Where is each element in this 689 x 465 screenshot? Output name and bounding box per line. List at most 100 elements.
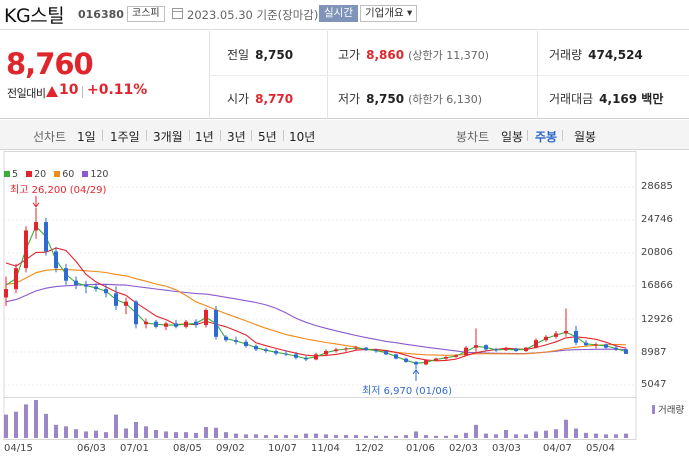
volume-bar — [294, 435, 298, 438]
volume-bar — [344, 435, 348, 438]
candle-body — [314, 354, 318, 360]
ma-legend: 5 20 60 120 — [4, 169, 113, 180]
market-badge: 코스피 — [127, 6, 165, 22]
volume-bar — [324, 434, 328, 438]
company-info-button[interactable]: 기업개요 ▾ — [360, 5, 418, 22]
y-tick-label: 20806 — [641, 247, 673, 258]
tab-monthly[interactable]: 월봉 — [574, 128, 596, 145]
candle-body — [604, 344, 608, 348]
candle-body — [54, 251, 58, 269]
tab-1d[interactable]: 1일 — [77, 128, 96, 145]
candle-body — [184, 321, 188, 327]
divider — [562, 130, 563, 141]
tab-daily[interactable]: 일봉 — [501, 128, 523, 145]
volume-bar — [164, 431, 168, 438]
tab-1y[interactable]: 1년 — [195, 128, 214, 145]
volume-legend: 거래량 — [652, 402, 684, 416]
volume-bar — [234, 433, 238, 438]
candle-body — [74, 280, 78, 285]
candle-body — [504, 348, 508, 351]
volume-bar — [534, 431, 538, 438]
y-tick-label: 5047 — [641, 379, 667, 390]
candle-body — [14, 268, 18, 290]
volume-bar — [214, 427, 218, 438]
tab-3y[interactable]: 3년 — [227, 128, 246, 145]
candle-body — [374, 350, 378, 352]
candle-body — [554, 333, 558, 337]
candle-body — [424, 360, 428, 365]
divider — [189, 130, 190, 141]
candle-body — [164, 323, 168, 327]
change-value: 10 — [59, 82, 79, 98]
candle-body — [24, 230, 28, 269]
candle-body — [574, 330, 578, 343]
volume-bar — [394, 435, 398, 438]
candle-body — [244, 341, 248, 347]
candle-body — [434, 358, 438, 361]
divider — [283, 130, 284, 141]
volume-bar — [584, 432, 588, 438]
tab-3m[interactable]: 3개월 — [153, 128, 183, 145]
volume-bar — [274, 435, 278, 438]
candle-body — [614, 347, 618, 350]
candlestick-chart — [3, 151, 637, 440]
volume-bar — [134, 421, 138, 438]
y-tick-label: 12926 — [641, 314, 673, 325]
day-high: 고가 8,860 (상한가 11,370) — [338, 48, 489, 62]
volume-bar — [404, 435, 408, 438]
candle-body — [394, 354, 398, 359]
volume-bar — [94, 430, 98, 438]
divider — [251, 130, 252, 141]
volume-bar — [594, 433, 598, 438]
volume-bar — [434, 435, 438, 438]
ma60-line — [5, 268, 627, 356]
divider — [527, 130, 528, 141]
candle-body — [214, 310, 218, 337]
candle-body — [264, 349, 268, 352]
legend-ma20: 20 — [26, 169, 46, 180]
candle-body — [584, 342, 588, 346]
y-tick-label: 16866 — [641, 280, 673, 291]
up-triangle-icon — [46, 86, 58, 97]
ma5-line — [5, 225, 627, 364]
divider — [146, 130, 147, 141]
x-tick-label: 07/01 — [120, 443, 149, 454]
candle-body — [594, 344, 598, 346]
current-price: 8,760 — [6, 47, 94, 81]
x-tick-label: 08/05 — [173, 443, 202, 454]
volume-bar — [34, 400, 38, 438]
candle-body — [224, 336, 228, 341]
volume-bar — [484, 433, 488, 438]
day-open: 시가 8,770 — [227, 92, 294, 106]
candle-body — [284, 353, 288, 355]
volume-bar — [204, 427, 208, 438]
volume-bar — [624, 433, 628, 438]
candle-body — [134, 301, 138, 325]
x-tick-label: 11/04 — [311, 443, 340, 454]
tab-1w[interactable]: 1주일 — [110, 128, 140, 145]
volume: 거래량 474,524 — [549, 48, 643, 62]
candle-body — [484, 345, 488, 350]
divider — [82, 86, 83, 98]
candle-body — [464, 347, 468, 356]
volume-bar — [284, 435, 288, 438]
tab-weekly[interactable]: 주봉 — [535, 128, 557, 145]
candle-body — [274, 351, 278, 354]
candle-body — [174, 323, 178, 327]
realtime-button[interactable]: 실시간 — [319, 5, 358, 22]
volume-bar — [604, 434, 608, 438]
tab-10y[interactable]: 10년 — [289, 128, 315, 145]
volume-bar — [524, 434, 528, 438]
x-tick-label: 03/03 — [492, 443, 521, 454]
candle-body — [384, 351, 388, 355]
volume-bar — [574, 428, 578, 438]
candle-body — [534, 340, 538, 348]
tab-5y[interactable]: 5년 — [258, 128, 277, 145]
ma20-line — [5, 247, 627, 362]
volume-bar — [124, 428, 128, 438]
candle-body — [234, 340, 238, 342]
calendar-icon — [172, 8, 183, 19]
high-annotation: 최고 26,200 (04/29) — [10, 185, 107, 196]
volume-bar — [24, 404, 28, 438]
x-tick-label: 04/15 — [4, 443, 33, 454]
